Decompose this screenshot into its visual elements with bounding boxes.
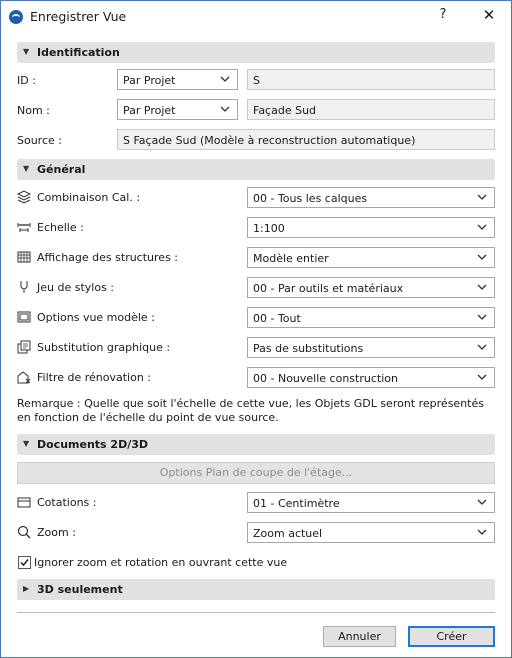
expand-triangle-icon: ▼ [23,439,30,448]
chevron-down-icon [477,344,487,350]
pen-icon [20,281,28,293]
footer-divider [17,612,495,613]
id-mode-select[interactable]: Par Projet [117,69,238,90]
scale-icon [17,223,31,232]
layers-icon [17,190,31,204]
section-title: Documents 2D/3D [37,438,149,451]
name-field[interactable]: Façade Sud [247,99,495,120]
id-field[interactable]: S [247,69,495,90]
structure-display-value: Modèle entier [253,252,329,265]
name-mode-value: Par Projet [123,104,176,117]
section-title: 3D seulement [37,583,123,596]
section-title: Identification [37,46,120,59]
zoom-select[interactable]: Zoom actuel [247,522,495,543]
chevron-down-icon [477,374,487,380]
chevron-down-icon [220,76,230,82]
section-3d-only[interactable]: ▶ 3D seulement [17,579,495,600]
layer-combination-select[interactable]: 00 - Tous les calques [247,187,495,208]
checkmark-icon [20,559,29,567]
ignore-zoom-checkbox[interactable] [18,556,31,569]
close-button[interactable]: ✕ [479,6,499,26]
model-view-options-value: 00 - Tout [253,312,301,325]
name-value: Façade Sud [253,104,317,117]
zoom-value: Zoom actuel [253,527,323,540]
expand-triangle-icon: ▼ [23,47,30,56]
section-options-button[interactable]: Options Plan de coupe de l'étage... [17,462,495,484]
graphic-override-icon [17,340,31,354]
section-general[interactable]: ▼ Général [17,159,495,180]
chevron-down-icon [477,194,487,200]
graphic-override-label: Substitution graphique : [37,341,171,354]
layer-combination-value: 00 - Tous les calques [253,192,368,205]
section-title: Général [37,163,86,176]
layer-combination-label: Combinaison Cal. : [37,191,141,204]
source-label: Source : [17,134,62,147]
graphic-override-select[interactable]: Pas de substitutions [247,337,495,358]
pen-set-select[interactable]: 00 - Par outils et matériaux [247,277,495,298]
scale-select[interactable]: 1:100 [247,217,495,238]
chevron-down-icon [477,254,487,260]
dimension-icon [17,497,31,508]
chevron-down-icon [477,314,487,320]
structure-display-select[interactable]: Modèle entier [247,247,495,268]
zoom-label: Zoom : [37,526,76,539]
dimensions-value: 01 - Centimètre [253,497,340,510]
graphic-override-value: Pas de substitutions [253,342,364,355]
model-view-icon [17,311,31,323]
structure-display-label: Affichage des structures : [37,251,178,264]
magnifier-icon [17,525,31,539]
source-value: S Façade Sud (Modèle à reconstruction au… [123,134,416,147]
create-button[interactable]: Créer [408,626,495,647]
renovation-filter-label: Filtre de rénovation : [37,371,152,384]
name-label: Nom : [17,104,50,117]
renovation-filter-value: 00 - Nouvelle construction [253,372,398,385]
renovation-filter-icon [17,371,31,384]
dialog-title: Enregistrer Vue [30,9,127,24]
chevron-down-icon [477,499,487,505]
chevron-down-icon [477,284,487,290]
app-logo-icon [9,10,23,24]
section-documents[interactable]: ▼ Documents 2D/3D [17,434,495,455]
id-mode-value: Par Projet [123,74,176,87]
collapsed-triangle-icon: ▶ [23,584,30,593]
help-button[interactable]: ? [434,7,452,25]
ignore-zoom-label[interactable]: Ignorer zoom et rotation en ouvrant cett… [34,556,287,569]
title-bar: Enregistrer Vue ? ✕ [1,1,511,32]
dialog-window: Enregistrer Vue ? ✕ ▼ Identification ID … [0,0,512,658]
dimensions-select[interactable]: 01 - Centimètre [247,492,495,513]
id-label: ID : [17,74,36,87]
chevron-down-icon [477,529,487,535]
expand-triangle-icon: ▼ [23,164,30,173]
chevron-down-icon [477,224,487,230]
id-value: S [253,74,260,87]
renovation-filter-select[interactable]: 00 - Nouvelle construction [247,367,495,388]
chevron-down-icon [220,106,230,112]
dimensions-label: Cotations : [37,496,97,509]
pen-set-value: 00 - Par outils et matériaux [253,282,404,295]
model-view-options-label: Options vue modèle : [37,311,155,324]
scale-label: Echelle : [37,221,84,234]
section-identification[interactable]: ▼ Identification [17,42,495,63]
model-view-options-select[interactable]: 00 - Tout [247,307,495,328]
pen-set-label: Jeu de stylos : [37,281,114,294]
cancel-button[interactable]: Annuler [323,626,396,647]
source-field: S Façade Sud (Modèle à reconstruction au… [117,129,495,150]
scale-note: Remarque : Quelle que soit l'échelle de … [17,397,484,424]
structure-display-icon [17,251,31,263]
name-mode-select[interactable]: Par Projet [117,99,238,120]
scale-value: 1:100 [253,222,285,235]
